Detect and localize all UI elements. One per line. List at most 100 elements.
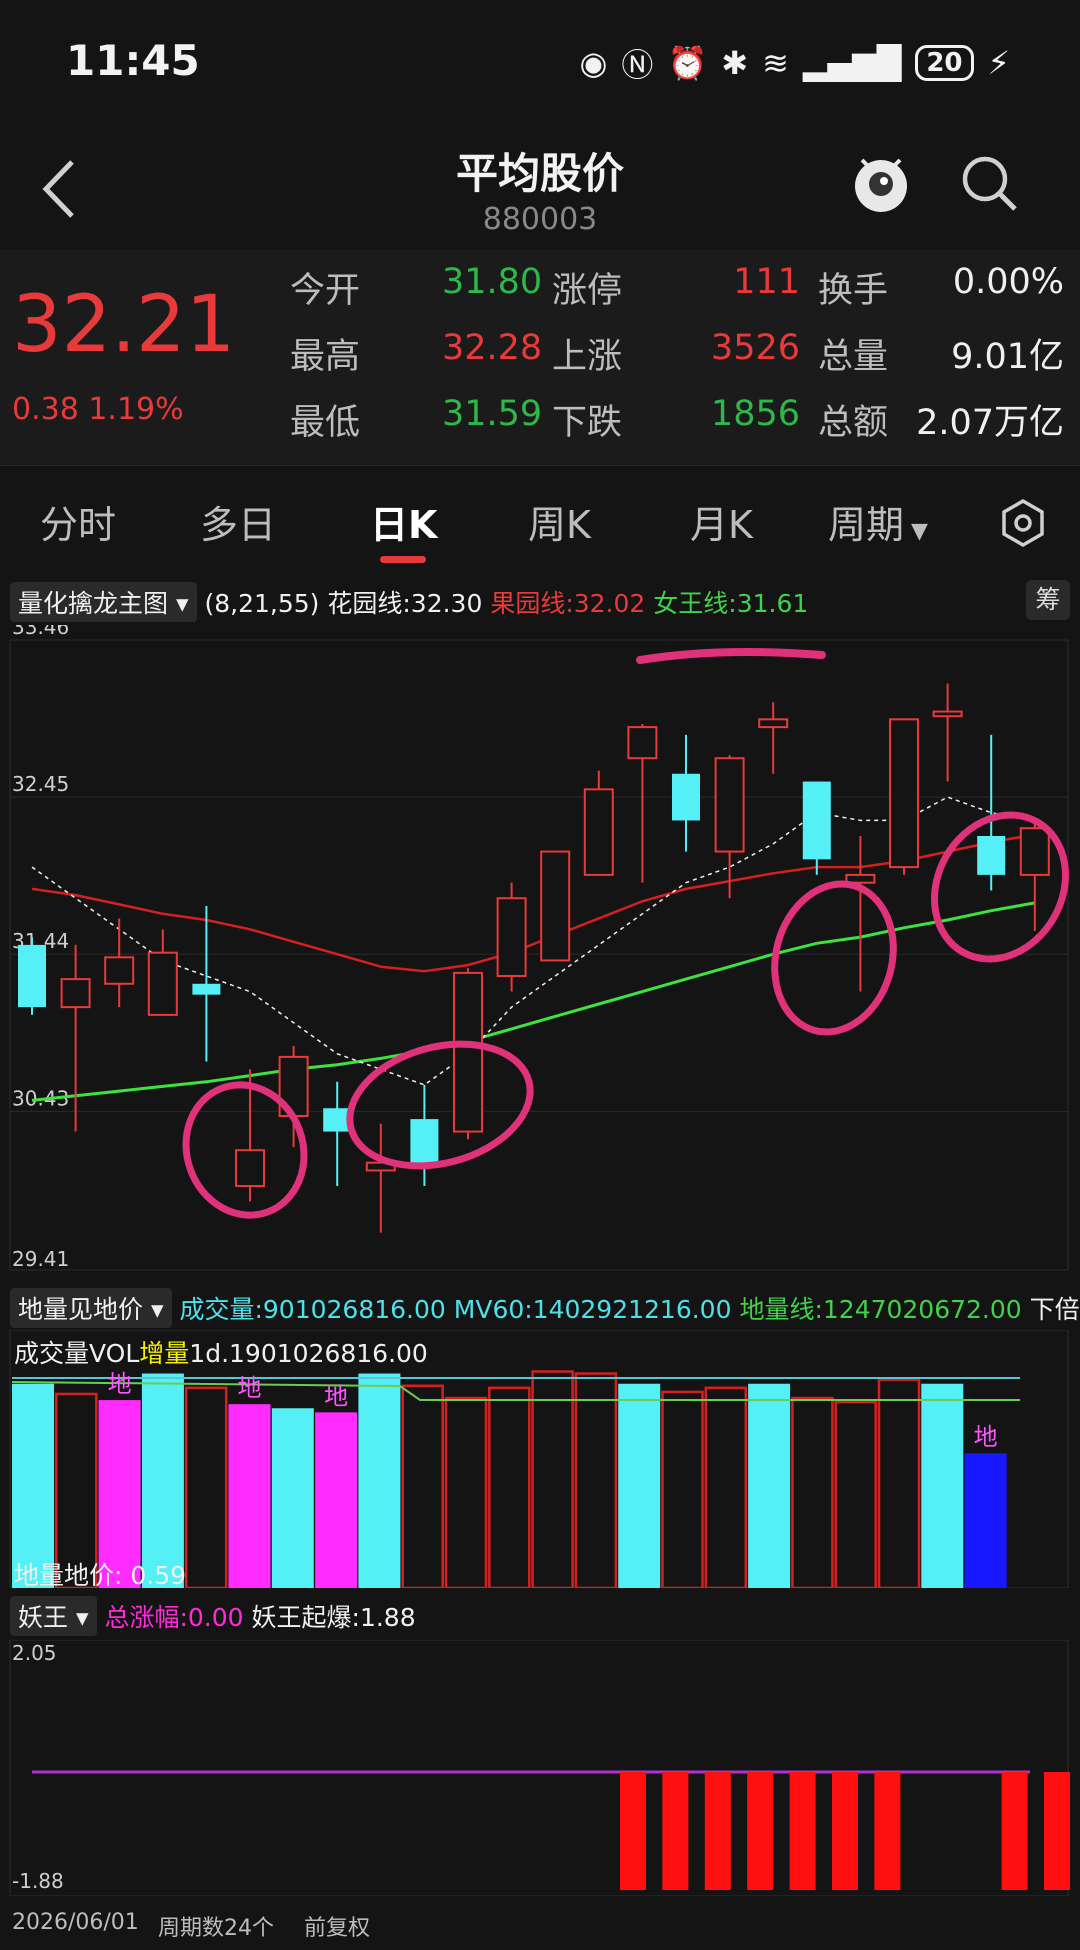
ywqb-value: 妖王起爆:1.88	[251, 1603, 416, 1632]
battery-icon: 20	[915, 45, 974, 81]
search-icon[interactable]	[958, 152, 1020, 214]
yw-ymax-label: 2.05	[12, 1641, 57, 1665]
volume-bar	[704, 1386, 748, 1588]
page-title: 平均股价	[455, 149, 624, 198]
zzf-value: 总涨幅:0.00	[104, 1603, 244, 1632]
volume-indicator-row: 地量见地价 ▾ 成交量:901026816.00 MV60:1402921216…	[0, 1288, 1080, 1330]
status-time: 11:45	[66, 36, 200, 85]
nvwang-line	[31, 901, 1036, 1102]
chevron-down-icon: ▾	[168, 589, 189, 618]
volume-bar	[271, 1408, 314, 1588]
volume-bar	[184, 1386, 228, 1588]
quote-value: 9.01亿	[951, 337, 1064, 377]
settings-icon[interactable]	[998, 498, 1048, 548]
volume-bar	[401, 1384, 444, 1588]
alarm-icon: ⏰	[667, 44, 708, 82]
quote-label: 涨停	[552, 271, 623, 311]
quote-value: 31.59	[442, 394, 543, 434]
bottom-date: 2026/06/01	[12, 1910, 139, 1935]
candle-body	[235, 1149, 265, 1188]
wifi-icon: ≋	[762, 44, 789, 82]
candle-body	[932, 710, 963, 718]
candle-body	[410, 1119, 439, 1163]
candle-body	[672, 773, 700, 821]
quote-label: 今开	[290, 271, 361, 311]
candle-body	[496, 897, 527, 978]
candle-body	[453, 971, 483, 1133]
charging-icon: ⚡	[987, 44, 1010, 82]
yw-bar	[662, 1772, 689, 1890]
quote-label: 上涨	[552, 337, 623, 377]
price-change: 0.38 1.19%	[12, 392, 184, 427]
stock-code: 880003	[482, 202, 598, 237]
candle-body	[540, 850, 571, 962]
yw-frame	[9, 1640, 1069, 1896]
y-tick-label: 33.46	[12, 625, 69, 639]
chou-button[interactable]: 筹	[1026, 580, 1070, 620]
yw-bar	[1001, 1772, 1028, 1890]
vol-overlay-top: 成交量VOL增量1d.1901026816.00	[14, 1339, 428, 1368]
quote-value: 32.28	[442, 328, 543, 368]
di-mark: 地	[108, 1370, 132, 1398]
quote-label: 下跌	[552, 403, 623, 443]
tab-yuek[interactable]: 月K	[690, 494, 753, 549]
volume-bar	[964, 1453, 1007, 1588]
eye-icon: ◉	[579, 44, 608, 82]
mascot-icon[interactable]	[848, 150, 914, 216]
quote-value: 1856	[710, 394, 800, 434]
active-tab-indicator	[380, 556, 426, 563]
chevron-down-icon: ▼	[904, 519, 928, 544]
volume-bar	[228, 1404, 271, 1588]
yw-bar	[789, 1772, 816, 1890]
nav-bar: 平均股价 880003	[0, 110, 1080, 250]
quote-label: 总量	[818, 337, 889, 377]
quote-label: 总额	[818, 403, 889, 443]
candle-body	[583, 788, 614, 876]
tab-duori[interactable]: 多日	[200, 494, 276, 549]
yw-bar	[832, 1772, 858, 1890]
tab-fenshi[interactable]: 分时	[40, 494, 116, 549]
volume-bar	[834, 1400, 877, 1588]
quote-value: 3526	[710, 328, 800, 368]
candle-body	[18, 944, 46, 1008]
yw-chart[interactable]: 2.05 -1.88	[0, 1640, 1080, 1896]
quote-label: 换手	[818, 271, 889, 311]
bluetooth-icon: ✱	[721, 44, 749, 82]
yw-indicator-select[interactable]: 妖王 ▾	[10, 1596, 97, 1636]
quote-panel: 32.21 0.38 1.19% 今开 31.80 涨停 111 换手 0.00% 最高 32…	[0, 250, 1080, 465]
vol-value: 成交量:901026816.00	[179, 1295, 446, 1324]
y-tick-label: 32.45	[12, 772, 69, 796]
yw-bar	[747, 1772, 774, 1890]
volume-bar	[444, 1396, 488, 1588]
main-params: (8,21,55)	[204, 589, 320, 618]
volume-bar	[574, 1372, 618, 1588]
tab-zhouk[interactable]: 周K	[528, 494, 591, 549]
candle-body	[147, 951, 178, 1016]
yw-ymin-label: -1.88	[12, 1869, 64, 1893]
quote-label: 最低	[290, 403, 361, 443]
annotation-stroke	[636, 647, 826, 664]
quote-value: 111	[733, 262, 800, 302]
main-indicator-select[interactable]: 量化擒龙主图 ▾	[10, 582, 197, 622]
current-price: 32.21	[12, 280, 236, 370]
huayuan-line	[31, 796, 1035, 1086]
volume-bar	[358, 1373, 401, 1588]
guoyuan-line	[31, 833, 1036, 973]
tab-zhouqi[interactable]: 周期 ▼	[828, 494, 928, 549]
candle-body	[192, 983, 221, 995]
yw-bar	[620, 1772, 646, 1890]
status-icons: ◉ Ⓝ ⏰ ✱ ≋ ▂▄▆█ 20 ⚡	[580, 40, 1011, 86]
main-indicator-row: 量化擒龙主图 ▾ (8,21,55) 花园线:32.30 果园线:32.02 女…	[0, 582, 1080, 624]
candlestick-chart[interactable]: 33.4632.4531.4430.4329.41	[0, 625, 1080, 1285]
volume-bar	[661, 1390, 704, 1588]
bottom-fq[interactable]: 前复权	[304, 1910, 370, 1942]
yw-indicator-row: 妖王 ▾ 总涨幅:0.00 妖王起爆:1.88	[0, 1596, 1080, 1638]
di-mark: 地	[324, 1382, 348, 1410]
y-tick-label: 29.41	[12, 1247, 69, 1271]
vol-overlay-bottom: 地量地价: 0.59	[14, 1561, 187, 1590]
line-huayuan: 花园线:32.30	[327, 589, 483, 618]
volume-indicator-select[interactable]: 地量见地价 ▾	[10, 1288, 172, 1328]
line-nvwang: 女王线:31.61	[653, 589, 809, 618]
tab-rik[interactable]: 日K	[370, 494, 437, 549]
di-mark: 地	[974, 1423, 998, 1451]
